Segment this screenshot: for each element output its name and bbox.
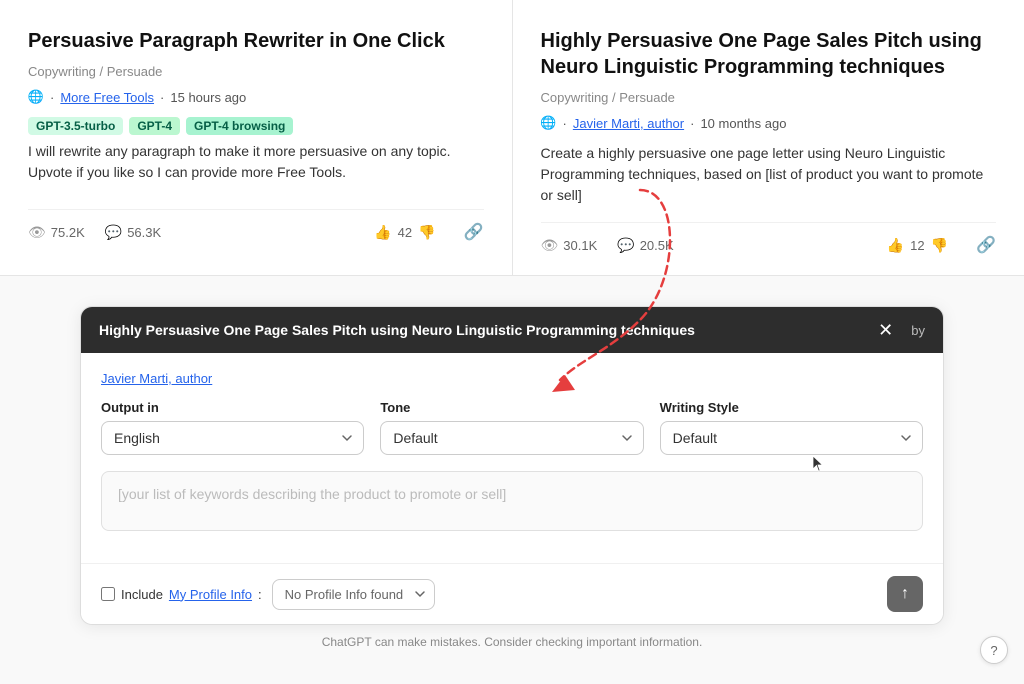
bottom-notice: ChatGPT can make mistakes. Consider chec… (0, 625, 1024, 655)
card-2-title: Highly Persuasive One Page Sales Pitch u… (541, 28, 997, 80)
card-1-title: Persuasive Paragraph Rewriter in One Cli… (28, 28, 484, 54)
dot-sep2: · (160, 90, 164, 105)
link-icon-1[interactable]: 🔗 (464, 222, 484, 242)
submit-arrow-icon: ↑ (901, 585, 909, 603)
tag-gpt4browsing: GPT-4 browsing (186, 117, 293, 135)
eye-icon-2: 👁 (541, 237, 559, 254)
tone-group: Tone Default (380, 400, 643, 455)
writing-style-select[interactable]: Default (660, 421, 923, 455)
card-2: Highly Persuasive One Page Sales Pitch u… (512, 0, 1024, 276)
thumbup-icon-2[interactable]: 👍 (887, 237, 904, 254)
profile-area: Include My Profile Info: No Profile Info… (101, 579, 435, 610)
thumbdown-icon-1[interactable]: 👎 (418, 224, 435, 241)
profile-checkbox[interactable] (101, 587, 115, 601)
output-label: Output in (101, 400, 364, 415)
output-group: Output in English (101, 400, 364, 455)
panel-author: Javier Marti, author (101, 371, 923, 386)
profile-link[interactable]: My Profile Info (169, 587, 252, 602)
panel-by: by (911, 323, 925, 338)
card-2-comments: 💬 20.5K (617, 237, 673, 254)
card-2-views: 👁 30.1K (541, 237, 598, 254)
profile-checkbox-label: Include My Profile Info: (101, 587, 262, 602)
card-2-footer: 👁 30.1K 💬 20.5K 👍 12 👎 🔗 (541, 222, 997, 255)
profile-select[interactable]: No Profile Info found (272, 579, 435, 610)
thumbdown-icon-2[interactable]: 👎 (931, 237, 948, 254)
close-button[interactable]: ✕ (870, 321, 901, 339)
tag-gpt4: GPT-4 (129, 117, 180, 135)
help-button[interactable]: ? (980, 636, 1008, 664)
card-2-desc: Create a highly persuasive one page lett… (541, 143, 997, 206)
tag-gpt35: GPT-3.5-turbo (28, 117, 123, 135)
comment-icon-1: 💬 (105, 224, 122, 241)
panel-author-link[interactable]: Javier Marti, author (101, 371, 212, 386)
card-1-time: 15 hours ago (170, 90, 246, 105)
submit-button[interactable]: ↑ (887, 576, 923, 612)
prompt-panel: Highly Persuasive One Page Sales Pitch u… (80, 306, 944, 625)
card-1-tags: GPT-3.5-turbo GPT-4 GPT-4 browsing I wil… (28, 117, 484, 199)
tone-select[interactable]: Default (380, 421, 643, 455)
card-2-votes: 👍 12 👎 (887, 237, 948, 254)
card-1-comments: 💬 56.3K (105, 224, 161, 241)
card-1-category: Copywriting / Persuade (28, 64, 484, 79)
card-1-desc: I will rewrite any paragraph to make it … (28, 141, 484, 183)
panel-footer: Include My Profile Info: No Profile Info… (81, 563, 943, 624)
card-2-meta: 🌐 · Javier Marti, author · 10 months ago (541, 115, 997, 131)
more-free-tools-link[interactable]: More Free Tools (60, 90, 154, 105)
panel-title: Highly Persuasive One Page Sales Pitch u… (99, 322, 870, 338)
dot-sep3: · (563, 116, 567, 131)
keyword-placeholder: [your list of keywords describing the pr… (118, 486, 506, 502)
globe-icon-1: 🌐 (28, 89, 44, 105)
card-1: Persuasive Paragraph Rewriter in One Cli… (0, 0, 512, 276)
card-1-meta: 🌐 · More Free Tools · 15 hours ago (28, 89, 484, 105)
keyword-area[interactable]: [your list of keywords describing the pr… (101, 471, 923, 531)
card-1-votes: 👍 42 👎 (374, 224, 435, 241)
card-2-author-link[interactable]: Javier Marti, author (573, 116, 684, 131)
panel-body: Javier Marti, author Output in English T… (81, 353, 943, 563)
card-1-views: 👁 75.2K (28, 224, 85, 241)
output-select[interactable]: English (101, 421, 364, 455)
dot-sep: · (50, 90, 54, 105)
question-icon: ? (990, 643, 997, 658)
form-row: Output in English Tone Default Writing S… (101, 400, 923, 455)
eye-icon-1: 👁 (28, 224, 46, 241)
card-1-footer: 👁 75.2K 💬 56.3K 👍 42 👎 🔗 (28, 209, 484, 242)
writing-style-group: Writing Style Default (660, 400, 923, 455)
cards-area: Persuasive Paragraph Rewriter in One Cli… (0, 0, 1024, 276)
comment-icon-2: 💬 (617, 237, 634, 254)
card-2-time: 10 months ago (700, 116, 786, 131)
panel-header: Highly Persuasive One Page Sales Pitch u… (81, 307, 943, 353)
writing-style-label: Writing Style (660, 400, 923, 415)
dot-sep4: · (690, 116, 694, 131)
link-icon-2[interactable]: 🔗 (976, 235, 996, 255)
card-2-category: Copywriting / Persuade (541, 90, 997, 105)
globe-icon-2: 🌐 (541, 115, 557, 131)
thumbup-icon-1[interactable]: 👍 (374, 224, 391, 241)
include-label: Include (121, 587, 163, 602)
panel-wrapper: Highly Persuasive One Page Sales Pitch u… (0, 286, 1024, 625)
tone-label: Tone (380, 400, 643, 415)
